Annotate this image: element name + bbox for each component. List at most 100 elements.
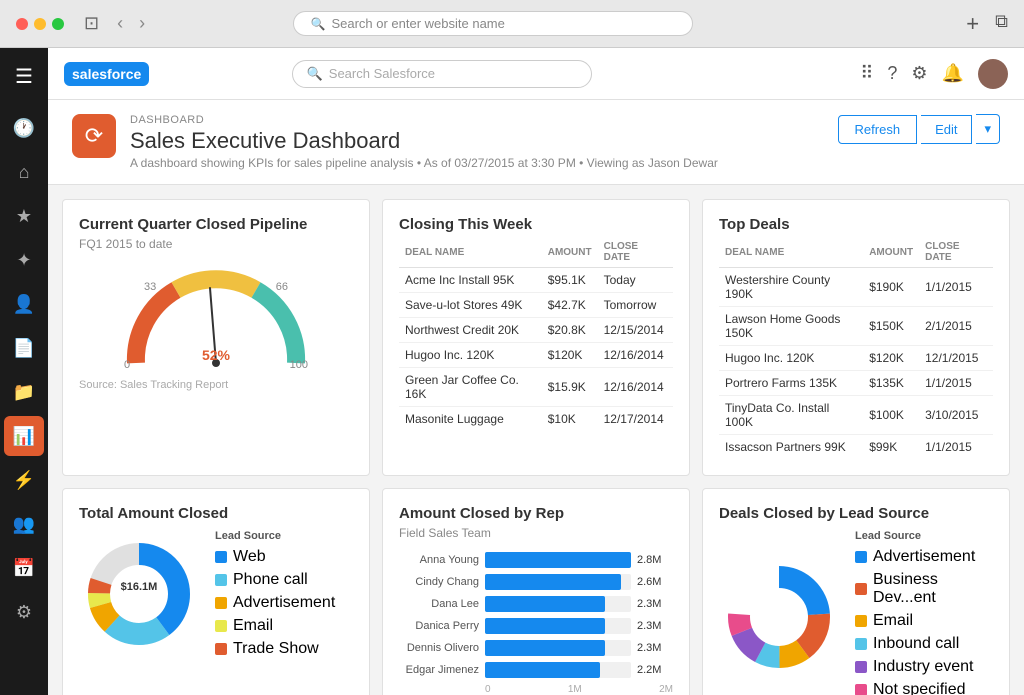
browser-nav: ‹ › [111, 11, 151, 36]
help-icon[interactable]: ? [887, 63, 897, 84]
topdeals-col-date: CLOSE DATE [919, 237, 993, 268]
nav-recent[interactable]: 🕐 [4, 108, 44, 148]
widget-leadsource: Deals Closed by Lead Source Lead Source [702, 488, 1010, 695]
bar-fill [485, 552, 631, 568]
bar-track [485, 574, 631, 590]
list-item: Cindy Chang 2.6M [399, 574, 673, 590]
legend-item: Phone call [215, 571, 335, 589]
gauge-mark66: 66 [276, 281, 288, 293]
tab-overview-button[interactable]: ⧉ [995, 11, 1008, 37]
bar-label: Dana Lee [399, 598, 479, 610]
legend-label: Web [233, 548, 266, 566]
legend-item: Trade Show [215, 640, 335, 658]
bar-value: 2.3M [637, 620, 673, 632]
url-text: Search or enter website name [331, 16, 504, 31]
nav-calendar[interactable]: 📅 [4, 548, 44, 588]
settings-icon[interactable]: ⚙ [911, 63, 927, 84]
sf-topbar-actions: ⠿ ? ⚙ 🔔 [860, 59, 1008, 89]
legend-title: Lead Source [215, 530, 335, 542]
edit-dropdown-button[interactable]: ▾ [976, 114, 1000, 144]
legend-item: Email [855, 612, 993, 630]
bar-fill [485, 574, 621, 590]
sf-search-bar[interactable]: 🔍 Search Salesforce [292, 60, 592, 88]
nav-contacts[interactable]: 👥 [4, 504, 44, 544]
legend-dot [855, 615, 867, 627]
dashboard-header: ⟳ DASHBOARD Sales Executive Dashboard A … [48, 100, 1024, 185]
total-title: Total Amount Closed [79, 505, 353, 522]
legend-label: Inbound call [873, 635, 959, 653]
nav-menu-button[interactable]: ☰ [4, 56, 44, 96]
axis-2m: 2M [659, 684, 673, 695]
browser-url-bar[interactable]: 🔍 Search or enter website name [293, 11, 693, 36]
add-tab-button[interactable]: + [966, 11, 979, 37]
edit-button[interactable]: Edit [921, 115, 972, 144]
closing-col-date: CLOSE DATE [598, 237, 673, 268]
dashboard-title: Sales Executive Dashboard [130, 128, 838, 154]
topdeals-table: DEAL NAME AMOUNT CLOSE DATE Westershire … [719, 237, 993, 459]
bar-track [485, 640, 631, 656]
legend-item: Web [215, 548, 335, 566]
bar-track [485, 596, 631, 612]
nav-favorites[interactable]: ★ [4, 196, 44, 236]
bar-axis: 0 1M 2M [399, 684, 673, 695]
bar-value: 2.2M [637, 664, 673, 676]
back-button[interactable]: ‹ [111, 11, 129, 36]
search-icon: 🔍 [307, 66, 323, 82]
nav-star2[interactable]: ✦ [4, 240, 44, 280]
bar-label: Danica Perry [399, 620, 479, 632]
left-nav: ☰ 🕐 ⌂ ★ ✦ 👤 📄 📁 📊 ⚡ 👥 📅 ⚙ [0, 48, 48, 695]
widget-total: Total Amount Closed [62, 488, 370, 695]
legend-item: Advertisement [855, 548, 993, 566]
legend-label: Not specified [873, 681, 966, 695]
table-row: Lawson Home Goods 150K$150K2/1/2015 [719, 307, 993, 346]
nav-settings[interactable]: ⚙ [4, 592, 44, 632]
legend-label: Advertisement [233, 594, 335, 612]
legend-item: Inbound call [855, 635, 993, 653]
dot-red[interactable] [16, 18, 28, 30]
gauge-chart: 0 100 33 66 52% [116, 263, 316, 373]
bar-value: 2.3M [637, 642, 673, 654]
nav-activity[interactable]: ⚡ [4, 460, 44, 500]
svg-text:$16.1M: $16.1M [121, 581, 158, 593]
refresh-button[interactable]: Refresh [838, 115, 918, 144]
dot-green[interactable] [52, 18, 64, 30]
layout-icon[interactable]: ⊡ [84, 13, 99, 34]
donut-chart: $16.1M [79, 534, 199, 659]
legend-label: Industry event [873, 658, 974, 676]
list-item: Edgar Jimenez 2.2M [399, 662, 673, 678]
bar-chart: Anna Young 2.8M Cindy Chang 2.6M Dana Le… [399, 552, 673, 678]
forward-button[interactable]: › [133, 11, 151, 36]
table-row: Green Jar Coffee Co. 16K$15.9K12/16/2014 [399, 368, 673, 407]
list-item: Anna Young 2.8M [399, 552, 673, 568]
bar-fill [485, 640, 605, 656]
nav-dashboard[interactable]: 📊 [4, 416, 44, 456]
list-item: Dana Lee 2.3M [399, 596, 673, 612]
total-legend: Lead Source Web Phone call Advertisement… [215, 530, 335, 663]
search-icon: 🔍 [310, 17, 325, 31]
dashboard-label: DASHBOARD [130, 114, 838, 126]
table-row: Northwest Credit 20K$20.8K12/15/2014 [399, 318, 673, 343]
gauge-source: Source: Sales Tracking Report [79, 379, 353, 391]
bar-value: 2.8M [637, 554, 673, 566]
axis-1m: 1M [568, 684, 582, 695]
legend-dot [215, 643, 227, 655]
nav-home[interactable]: ⌂ [4, 152, 44, 192]
legend-dot [855, 684, 867, 695]
leadsource-donut: Lead Source Advertisement Business Dev..… [719, 530, 993, 695]
legend-label: Business Dev...ent [873, 571, 993, 607]
dashboard-actions: Refresh Edit ▾ [838, 114, 1000, 144]
legend-dot [855, 638, 867, 650]
bar-value: 2.3M [637, 598, 673, 610]
topdeals-col-amount: AMOUNT [863, 237, 919, 268]
nav-files[interactable]: 📁 [4, 372, 44, 412]
user-avatar[interactable] [978, 59, 1008, 89]
notifications-icon[interactable]: 🔔 [942, 63, 964, 84]
nav-profile[interactable]: 👤 [4, 284, 44, 324]
sf-main: salesforce 🔍 Search Salesforce ⠿ ? ⚙ 🔔 ⟳… [48, 48, 1024, 695]
dot-yellow[interactable] [34, 18, 46, 30]
list-item: Dennis Olivero 2.3M [399, 640, 673, 656]
bar-label: Cindy Chang [399, 576, 479, 588]
apps-icon[interactable]: ⠿ [860, 63, 873, 84]
closing-col-deal: DEAL NAME [399, 237, 542, 268]
nav-reports[interactable]: 📄 [4, 328, 44, 368]
